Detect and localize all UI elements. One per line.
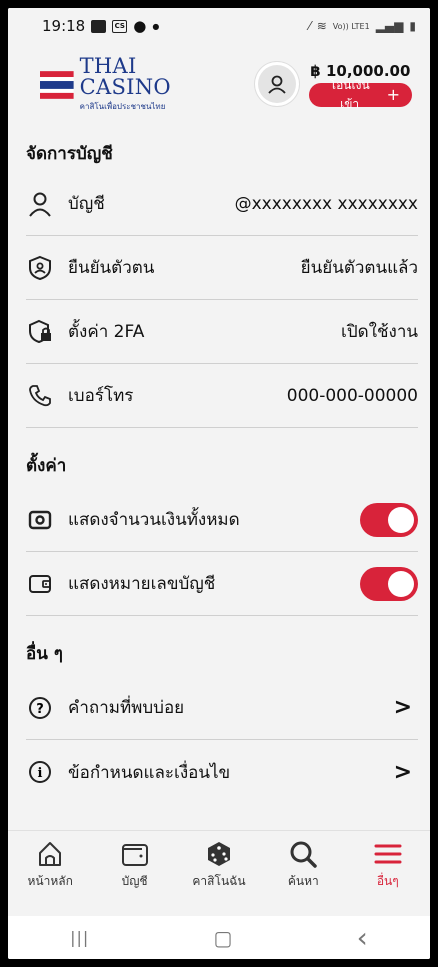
- nav-account-label: บัญชี: [121, 874, 148, 888]
- chevron-right-icon: >: [393, 759, 412, 785]
- nav-account[interactable]: บัญชี: [95, 839, 175, 916]
- battery-icon: ▮: [409, 19, 416, 33]
- user-icon: [26, 190, 54, 218]
- plus-icon: +: [386, 85, 400, 104]
- brand-subtitle: คาสิโนเพื่อประชาชนไทย: [79, 101, 166, 111]
- svg-text:?: ?: [36, 702, 44, 717]
- phone-icon: [26, 382, 54, 410]
- 2fa-value: เปิดใช้งาน: [341, 322, 418, 342]
- gallery-icon: [91, 19, 107, 33]
- flag-logo-icon: [40, 71, 74, 99]
- nav-search[interactable]: ค้นหา: [263, 839, 343, 916]
- 2fa-row[interactable]: ตั้งค่า 2FA เปิดใช้งาน: [26, 300, 418, 364]
- edit-icon: ⁄: [308, 19, 311, 33]
- chevron-right-icon: >: [393, 695, 412, 720]
- account-value: @xxxxxxxx xxxxxxxx: [234, 193, 418, 214]
- brand-logo[interactable]: THAI CASINO คาสิโนเพื่อประชาชนไทย: [40, 53, 233, 113]
- nav-search-label: ค้นหา: [287, 874, 319, 888]
- nav-more-label: อื่นๆ: [376, 874, 399, 888]
- shield-lock-icon: [26, 318, 54, 346]
- faq-label: คำถามที่พบบ่อย: [68, 698, 185, 718]
- phone-value: 000-000-00000: [286, 385, 418, 406]
- show-account-row: แสดงหมายเลขบัญชี: [26, 552, 418, 616]
- info-icon: i: [26, 758, 54, 786]
- faq-row[interactable]: ? คำถามที่พบบ่อย >: [26, 676, 418, 740]
- nav-home[interactable]: หน้าหลัก: [10, 839, 90, 916]
- brand-title: THAI CASINO: [79, 53, 171, 99]
- phone-row[interactable]: เบอร์โทร 000-000-00000: [26, 364, 418, 428]
- cash-icon: [26, 506, 54, 534]
- show-balance-row: แสดงจำนวนเงินทั้งหมด: [26, 488, 418, 552]
- signal-icon: ▂▄▆: [375, 19, 404, 33]
- show-balance-toggle[interactable]: [360, 502, 418, 537]
- phone-label: เบอร์โทร: [68, 386, 134, 406]
- nav-more[interactable]: อื่นๆ: [348, 839, 428, 916]
- show-balance-label: แสดงจำนวนเงินทั้งหมด: [68, 510, 240, 530]
- recent-apps-button[interactable]: |||: [70, 928, 89, 947]
- user-avatar-icon: [268, 75, 286, 94]
- wifi-icon: ≋: [316, 19, 327, 33]
- nav-casino[interactable]: คาสิโนฉัน: [179, 839, 259, 916]
- svg-text:i: i: [38, 766, 43, 781]
- terms-label: ข้อกำหนดและเงื่อนไข: [68, 762, 231, 783]
- deposit-button[interactable]: โอนเงินเข้า +: [308, 78, 412, 111]
- question-icon: ?: [26, 694, 54, 722]
- chat-icon: ●: [133, 17, 147, 35]
- show-account-toggle[interactable]: [360, 566, 418, 601]
- verify-label: ยืนยันตัวตน: [68, 258, 155, 278]
- verify-row[interactable]: ยืนยันตัวตน ยืนยันตัวตนแล้ว: [26, 236, 418, 300]
- system-nav-bar: ||| ▢ ‹: [8, 916, 430, 959]
- verify-value: ยืนยันตัวตนแล้ว: [300, 258, 418, 278]
- section-title-other: อื่น ๆ: [26, 644, 63, 664]
- volte-label: Vo)) LTE1: [332, 21, 370, 31]
- cs-icon: CS: [112, 19, 128, 33]
- wallet-icon: [121, 844, 148, 866]
- section-title-account: จัดการบัญชี: [26, 144, 113, 164]
- wallet-icon: [26, 570, 54, 598]
- deposit-label: โอนเงินเข้า: [329, 77, 370, 111]
- app-header: THAI CASINO คาสิโนเพื่อประชาชนไทย ฿ 10,0…: [8, 44, 430, 124]
- wallet-summary: ฿ 10,000.00 โอนเงินเข้า +: [308, 62, 412, 111]
- settings-content: จัดการบัญชี บัญชี @xxxxxxxx xxxxxxxx ยืน…: [8, 124, 430, 887]
- dot-icon: ●: [152, 21, 160, 31]
- menu-icon: [374, 844, 402, 864]
- home-icon: [39, 842, 62, 866]
- search-icon: [290, 841, 318, 868]
- terms-row[interactable]: i ข้อกำหนดและเงื่อนไข >: [26, 740, 418, 804]
- status-time: 19:18: [42, 17, 86, 35]
- back-button[interactable]: ‹: [357, 921, 368, 954]
- dice-icon: [207, 842, 230, 866]
- bottom-nav: หน้าหลัก บัญชี คาสิโนฉัน ค้นหา อื่นๆ: [8, 830, 430, 916]
- nav-home-label: หน้าหลัก: [27, 874, 73, 888]
- app-frame: 19:18 CS ● ● ⁄ ≋ Vo)) LTE1 ▂▄▆ ▮ THAI CA…: [8, 8, 430, 959]
- account-label: บัญชี: [68, 194, 105, 214]
- show-account-label: แสดงหมายเลขบัญชี: [68, 574, 216, 594]
- status-bar: 19:18 CS ● ● ⁄ ≋ Vo)) LTE1 ▂▄▆ ▮: [8, 8, 430, 44]
- home-button[interactable]: ▢: [214, 926, 233, 950]
- avatar[interactable]: [255, 62, 299, 106]
- id-verify-icon: [26, 254, 54, 282]
- section-title-settings: ตั้งค่า: [26, 456, 67, 476]
- account-row[interactable]: บัญชี @xxxxxxxx xxxxxxxx: [26, 172, 418, 236]
- 2fa-label: ตั้งค่า 2FA: [68, 322, 145, 342]
- nav-casino-label: คาสิโนฉัน: [192, 874, 246, 888]
